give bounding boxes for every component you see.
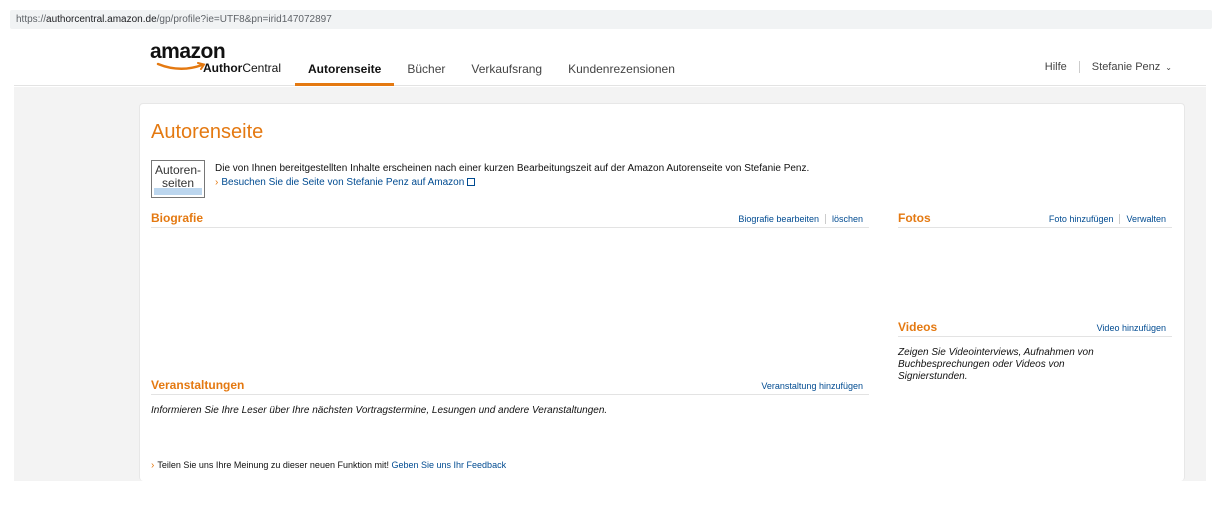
address-bar[interactable]: https://authorcentral.amazon.de/gp/profi… <box>10 10 1212 29</box>
veranstaltungen-section-header: Veranstaltungen Veranstaltung hinzufügen <box>151 378 869 395</box>
chevron-down-icon: ⌄ <box>1165 62 1172 72</box>
user-name: Stefanie Penz <box>1091 61 1161 73</box>
veranstaltungen-links: Veranstaltung hinzufügen <box>761 381 863 391</box>
tab-kundenrezensionen[interactable]: Kundenrezensionen <box>555 30 688 86</box>
delete-biografie-link[interactable]: löschen <box>832 214 863 224</box>
logo-author-central: AuthorCentral <box>203 61 282 75</box>
biografie-section-header: Biografie Biografie bearbeiten löschen <box>151 211 869 228</box>
add-photo-link[interactable]: Foto hinzufügen <box>1049 214 1114 224</box>
url-path: /gp/profile?ie=UTF8&pn=irid147072897 <box>156 14 332 25</box>
videos-description: Zeigen Sie Videointerviews, Aufnahmen vo… <box>898 347 1094 382</box>
add-video-link[interactable]: Video hinzufügen <box>1097 323 1166 333</box>
external-link-icon <box>467 178 476 186</box>
visit-page-link[interactable]: › Besuchen Sie die Seite von Stefanie Pen… <box>215 177 476 188</box>
videos-links: Video hinzufügen <box>1097 323 1166 333</box>
url-host: authorcentral.amazon.de <box>46 14 157 25</box>
tab-verkaufsrang[interactable]: Verkaufsrang <box>458 30 555 86</box>
user-menu[interactable]: Stefanie Penz ⌄ <box>1092 61 1172 73</box>
badge-line1: Autoren- <box>154 163 202 177</box>
biografie-title: Biografie <box>151 211 204 225</box>
page-title: Autorenseite <box>151 121 264 143</box>
autorenseiten-badge: Autoren- seiten <box>151 160 205 198</box>
header-right: Hilfe Stefanie Penz ⌄ <box>1045 61 1172 73</box>
tab-autorenseite[interactable]: Autorenseite <box>295 30 395 86</box>
logo-amazon-text: amazon <box>150 40 226 63</box>
info-text: Die von Ihnen bereitgestellten Inhalte e… <box>215 163 810 174</box>
edit-biografie-link[interactable]: Biografie bearbeiten <box>738 214 819 224</box>
videos-section-header: Videos Video hinzufügen <box>898 320 1172 337</box>
add-event-link[interactable]: Veranstaltung hinzufügen <box>761 381 863 391</box>
help-link[interactable]: Hilfe <box>1045 61 1067 73</box>
videos-title: Videos <box>898 320 938 334</box>
badge-strip <box>154 188 202 195</box>
url-prefix: https:// <box>16 14 47 25</box>
manage-photos-link[interactable]: Verwalten <box>1126 214 1166 224</box>
main-nav: Autorenseite Bücher Verkaufsrang Kundenr… <box>295 30 688 86</box>
feedback-text: Teilen Sie uns Ihre Meinung zu dieser ne… <box>157 460 389 470</box>
feedback-line: › Teilen Sie uns Ihre Meinung zu dieser n… <box>151 460 506 471</box>
amazon-smile-icon <box>156 62 206 70</box>
content-card <box>139 103 1185 481</box>
arrow-right-icon: › <box>151 460 155 471</box>
tab-buecher[interactable]: Bücher <box>394 30 458 86</box>
divider <box>1119 214 1121 224</box>
visit-page-link-text: Besuchen Sie die Seite von Stefanie Penz… <box>221 177 465 188</box>
site-header: amazon AuthorCentral Autorenseite Bücher… <box>14 30 1206 86</box>
fotos-section-header: Fotos Foto hinzufügen Verwalten <box>898 211 1172 228</box>
fotos-links: Foto hinzufügen Verwalten <box>1049 214 1166 224</box>
author-central-logo[interactable]: amazon AuthorCentral <box>150 40 281 75</box>
veranstaltungen-description: Informieren Sie Ihre Leser über Ihre näc… <box>151 405 608 416</box>
divider <box>824 214 826 224</box>
fotos-title: Fotos <box>898 211 931 225</box>
divider <box>1078 61 1080 73</box>
biografie-links: Biografie bearbeiten löschen <box>738 214 863 224</box>
veranstaltungen-title: Veranstaltungen <box>151 378 245 392</box>
arrow-right-icon: › <box>215 177 219 188</box>
feedback-link[interactable]: Geben Sie uns Ihr Feedback <box>392 460 507 470</box>
